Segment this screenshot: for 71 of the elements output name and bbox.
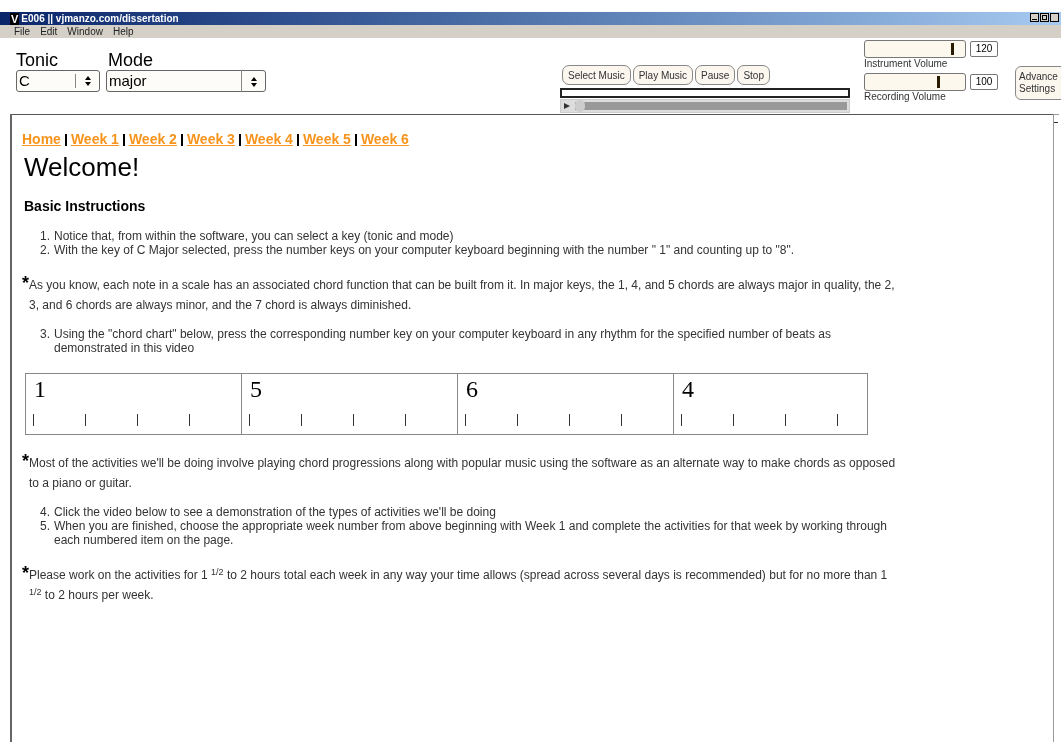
beat-tick — [405, 414, 406, 426]
list-text: Click the video below to see a demonstration of the types of activities we'll be doing — [54, 505, 496, 519]
beat-tick — [621, 414, 622, 426]
list-number: 2. — [40, 243, 51, 257]
list-text: Using the "chord chart" below, press the corresponding number key on your computer keyboard in any rhythm for the specified number of beats as demonstrated in this video — [54, 327, 832, 355]
beat-tick — [517, 414, 518, 426]
list-text: Notice that, from within the software, you can select a key (tonic and mode) — [54, 229, 454, 243]
window-title: E006 || vjmanzo.com/dissertation — [21, 12, 179, 25]
separator-bar — [238, 133, 241, 146]
volume-label: Recording Volume — [864, 91, 947, 103]
beat-tick — [189, 414, 190, 426]
volume-label: Instrument Volume — [864, 58, 949, 70]
maximize-icon[interactable] — [1040, 13, 1049, 22]
beat-tick — [569, 414, 570, 426]
page-heading: Welcome! — [23, 152, 141, 182]
beat-tick — [353, 414, 354, 426]
footnote-marker: * — [22, 565, 29, 581]
mode-label: Mode — [107, 50, 155, 70]
chord-number: 5 — [249, 375, 263, 404]
separator-bar — [354, 133, 357, 146]
beat-tick — [249, 414, 250, 426]
beat-tick — [301, 414, 302, 426]
note-text: Please work on the activities for 1 $^{1/2}$ to 2 hours total each week in any way your time allows (spread across several days is recommended) but for no more than 1 $^{1/2}$ to 2 hours per week. — [29, 565, 889, 604]
slider-thumb[interactable] — [951, 43, 955, 55]
menu-item[interactable]: Edit — [40, 25, 58, 38]
list-text: With the key of C Major selected, press the number keys on your computer keyboard beginning with the number " 1" and counting up to "8". — [54, 243, 795, 257]
minimize-icon[interactable] — [1030, 13, 1039, 22]
beat-tick — [785, 414, 786, 426]
player-button[interactable]: Play Music — [632, 65, 694, 85]
menu-item[interactable]: File — [14, 25, 31, 38]
tonic-select[interactable]: C — [16, 70, 100, 92]
list-text: When you are finished, choose the appropriate week number from above beginning with Week 1 and complete the activities for that week by working through each numbered item on the page. — [54, 519, 888, 547]
volume-slider[interactable] — [864, 73, 966, 91]
separator-bar — [296, 133, 299, 146]
list-number: 5. — [40, 519, 51, 535]
volume-value: 120 — [970, 41, 998, 57]
mode-select[interactable]: major — [106, 70, 266, 92]
chord-number: 6 — [465, 375, 479, 404]
app-logo: V — [10, 12, 20, 25]
menu-item[interactable]: Help — [112, 25, 134, 38]
player-button[interactable]: Pause — [695, 65, 736, 85]
player-button[interactable]: Stop — [737, 65, 770, 85]
note-text: As you know, each note in a scale has an associated chord function that can be built from it. In major keys, the 1, 4, and 5 chords are always major in quality, the 2, 3, and 6 chords are always minor, and the 7 chord is always diminished. — [29, 278, 896, 314]
beat-tick — [733, 414, 734, 426]
beat-tick — [681, 414, 682, 426]
slider-thumb[interactable] — [575, 100, 585, 112]
beat-tick — [137, 414, 138, 426]
slider-thumb[interactable] — [937, 76, 940, 88]
list-number: 3. — [40, 327, 51, 343]
position-slider[interactable] — [575, 102, 847, 110]
list-number: 4. — [40, 505, 51, 519]
volume-slider[interactable] — [864, 40, 966, 58]
note-text: Most of the activities we'll be doing involve playing chord progressions along with popular music using the software as an alternate way to make chords as opposed to a piano or guitar. — [29, 456, 897, 492]
footnote-marker: * — [22, 453, 29, 469]
section-heading: Basic Instructions — [23, 197, 147, 216]
separator-bar — [64, 133, 67, 146]
separator-bar — [180, 133, 183, 146]
chord-number: 1 — [33, 375, 47, 404]
footnote-marker: * — [22, 275, 29, 291]
chord-number: 4 — [681, 375, 695, 404]
beat-tick — [33, 414, 34, 426]
advanced-settings-button[interactable]: Advance Settings — [1015, 66, 1061, 100]
beat-tick — [85, 414, 86, 426]
menu-item[interactable]: Window — [67, 25, 103, 38]
beat-tick — [837, 414, 838, 426]
player-button[interactable]: Select Music — [562, 65, 631, 85]
beat-tick — [465, 414, 466, 426]
volume-value: 100 — [970, 74, 998, 90]
list-number: 1. — [40, 229, 51, 243]
separator-bar — [122, 133, 125, 146]
tonic-label: Tonic — [16, 50, 60, 70]
